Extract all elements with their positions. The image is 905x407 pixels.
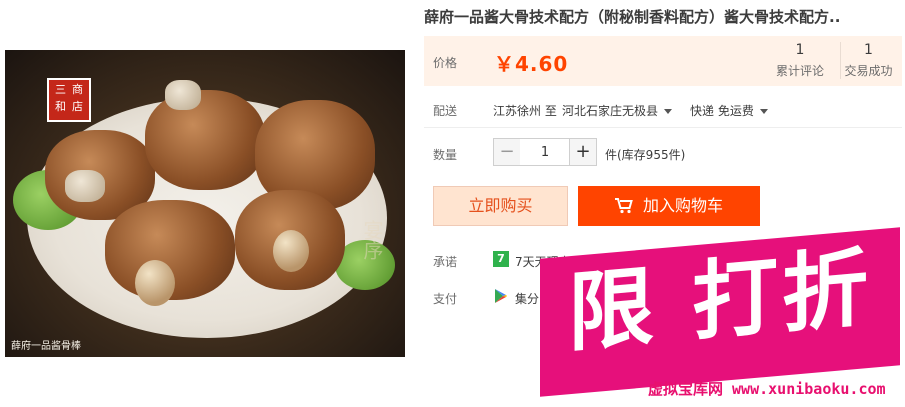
trades-label: 交易成功 <box>844 64 893 78</box>
price-label: 价格 <box>433 56 458 70</box>
payment-label: 支付 <box>433 292 458 306</box>
sale-badge: 限 打折 <box>540 223 905 397</box>
play-store-icon <box>495 289 507 303</box>
ship-to-text: 河北石家庄无极县 <box>562 104 659 118</box>
price-value: ￥4.60 <box>494 52 569 76</box>
stock-info: 件(库存955件) <box>605 148 686 162</box>
egg-illustration <box>135 260 175 306</box>
egg-illustration <box>273 230 309 272</box>
bone-illustration <box>65 170 105 202</box>
calligraphy-text: 宴序 <box>360 220 384 260</box>
seal-char: 店 <box>72 100 83 113</box>
quantity-plus-button[interactable]: + <box>569 138 597 166</box>
reviews-label: 累计评论 <box>775 64 824 78</box>
chevron-down-icon <box>664 109 673 114</box>
divider <box>424 127 902 128</box>
quantity-label: 数量 <box>433 148 458 162</box>
shipping-label: 配送 <box>433 104 458 118</box>
ship-to-select[interactable]: 河北石家庄无极县 <box>562 102 673 119</box>
watermark: 虚拟宝库网 www.xunibaoku.com <box>648 380 886 398</box>
quantity-input[interactable] <box>520 138 570 166</box>
product-title: 薛府一品酱大骨技术配方（附秘制香料配方）酱大骨技术配方.. <box>424 8 841 26</box>
ship-method-text: 快递 免运费 <box>690 104 754 118</box>
ship-from: 江苏徐州 至 <box>493 104 557 118</box>
quantity-minus-button[interactable]: − <box>493 138 521 166</box>
add-to-cart-label: 加入购物车 <box>642 196 723 215</box>
shop-seal-logo: 三 商 和 店 <box>47 78 91 122</box>
trades-stat: 1 交易成功 <box>840 42 896 79</box>
product-image[interactable]: 三 商 和 店 宴序 薛府一品酱骨棒 <box>5 50 405 357</box>
reviews-stat[interactable]: 1 累计评论 <box>772 42 828 79</box>
payment-text[interactable]: 集分 <box>515 290 539 307</box>
buy-now-button[interactable]: 立即购买 <box>433 186 568 226</box>
promise-label: 承诺 <box>433 255 458 269</box>
bone-illustration <box>165 80 201 110</box>
seal-char: 和 <box>55 100 66 113</box>
seven-day-return-icon: 7 <box>493 251 509 267</box>
image-caption: 薛府一品酱骨棒 <box>11 341 81 352</box>
trades-count: 1 <box>864 42 873 58</box>
chevron-down-icon <box>759 109 768 114</box>
add-to-cart-button[interactable]: 加入购物车 <box>578 186 760 226</box>
seal-char: 商 <box>72 83 83 96</box>
reviews-count: 1 <box>795 42 805 58</box>
ship-method-select[interactable]: 快递 免运费 <box>690 102 768 119</box>
seal-char: 三 <box>55 83 66 96</box>
meat-illustration <box>145 90 265 190</box>
cart-icon <box>614 198 633 214</box>
price-box: 价格 ￥4.60 1 累计评论 1 交易成功 <box>424 36 902 86</box>
